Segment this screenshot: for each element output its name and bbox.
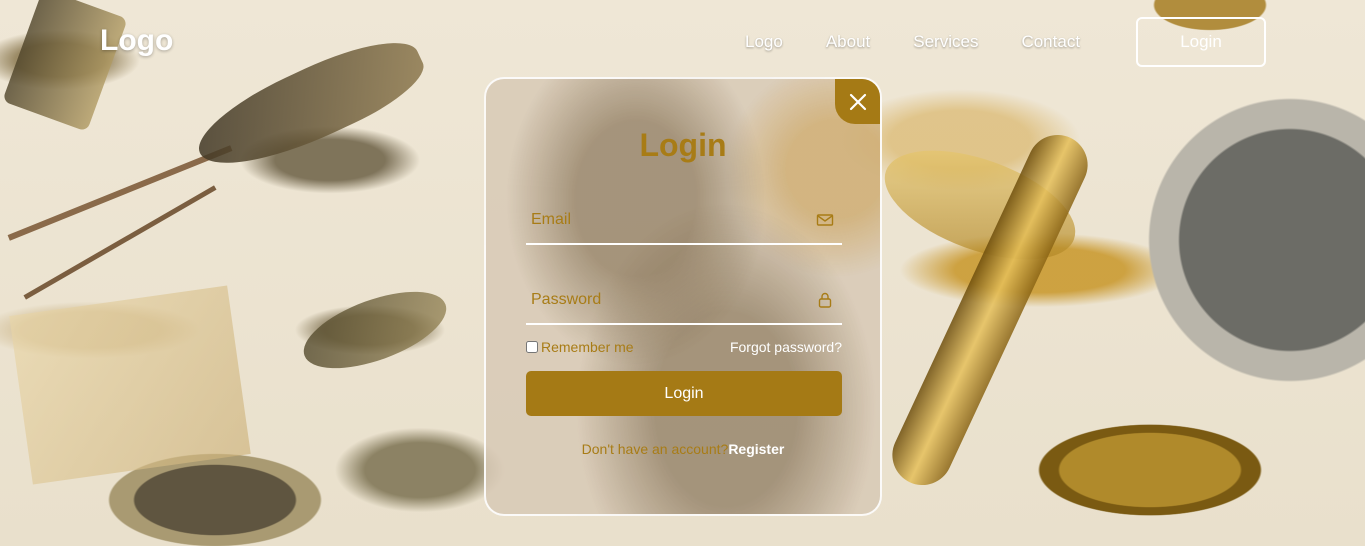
twig-illustration [23,185,217,300]
navbar: Logo Logo About Services Contact Login [0,0,1365,84]
register-prompt-text: Don't have an account? [581,441,729,457]
logo[interactable]: Logo [100,24,173,58]
close-button[interactable] [835,79,880,124]
close-icon [849,93,866,110]
nav-link-logo[interactable]: Logo [745,32,783,52]
paper-scraps-illustration [9,285,251,485]
email-field[interactable] [526,197,842,243]
nav-login-button[interactable]: Login [1136,17,1266,67]
nav-link-contact[interactable]: Contact [1021,32,1080,52]
lock-icon [818,292,832,308]
register-prompt: Don't have an account?Register [486,441,880,457]
login-modal: Login Remember me Forgot password? Login… [484,77,882,516]
remember-me-checkbox[interactable] [526,341,538,353]
email-field-wrapper [526,197,842,245]
login-options: Remember me Forgot password? [526,339,842,359]
forgot-password-link[interactable]: Forgot password? [730,339,842,355]
password-field[interactable] [526,277,842,323]
login-submit-button[interactable]: Login [526,371,842,416]
nav-link-about[interactable]: About [826,32,870,52]
envelope-icon [816,214,834,226]
password-field-wrapper [526,277,842,325]
remember-me[interactable]: Remember me [526,339,634,355]
bird-illustration [294,276,456,384]
nav-links: Logo About Services Contact [745,32,1123,52]
nav-link-services[interactable]: Services [913,32,978,52]
modal-title: Login [639,127,727,163]
remember-me-label: Remember me [541,339,634,355]
register-link[interactable]: Register [728,441,784,457]
